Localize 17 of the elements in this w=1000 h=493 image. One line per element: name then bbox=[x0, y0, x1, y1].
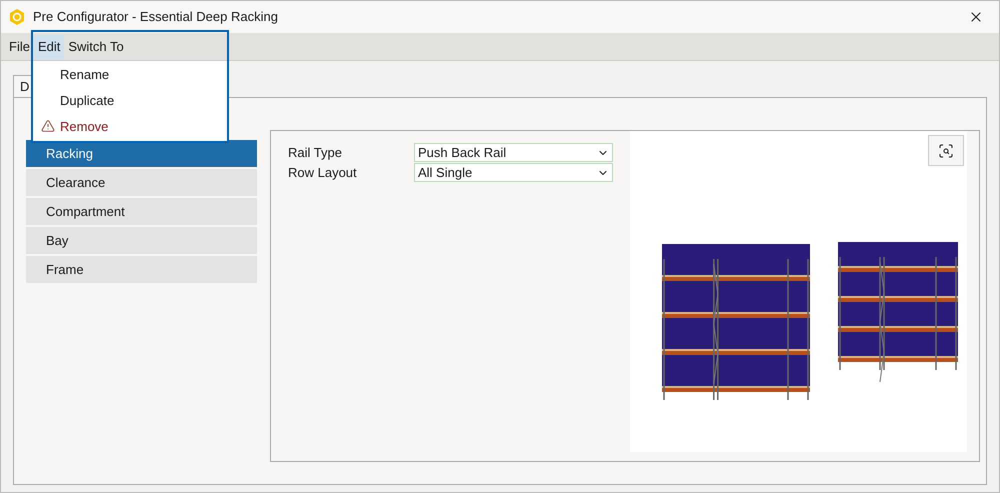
sidebar-item[interactable]: Compartment bbox=[26, 198, 257, 225]
field-label: Rail Type bbox=[288, 144, 343, 162]
menu-item[interactable]: Edit bbox=[34, 34, 64, 58]
sidebar-item[interactable]: Frame bbox=[26, 256, 257, 283]
field-label: Row Layout bbox=[288, 164, 358, 182]
dropdown-field[interactable]: Push Back Rail bbox=[414, 143, 613, 162]
window-title: Pre Configurator - Essential Deep Racking bbox=[33, 8, 279, 26]
sidebar-item[interactable]: Racking bbox=[26, 140, 257, 167]
dropdown-field[interactable]: All Single bbox=[414, 163, 613, 182]
app-logo-icon bbox=[9, 9, 25, 25]
zoom-fit-button[interactable] bbox=[928, 135, 964, 166]
warning-icon bbox=[41, 119, 55, 133]
zoom-fit-icon bbox=[938, 142, 954, 158]
sidebar-item[interactable]: Clearance bbox=[26, 169, 257, 196]
menu-item[interactable]: File bbox=[5, 34, 34, 58]
sidebar-item[interactable]: Bay bbox=[26, 227, 257, 254]
menu-item[interactable]: Switch To bbox=[64, 34, 128, 58]
